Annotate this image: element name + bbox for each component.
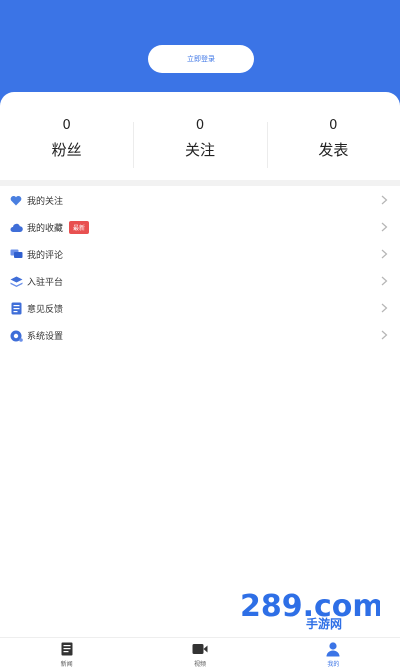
tab-video[interactable]: 视频 bbox=[133, 638, 266, 671]
layers-icon bbox=[9, 275, 23, 289]
stat-fans[interactable]: 0 粉丝 bbox=[0, 118, 133, 176]
menu-item-following[interactable]: 我的关注 bbox=[0, 187, 400, 214]
chevron-right-icon bbox=[381, 276, 388, 286]
menu-item-label: 系统设置 bbox=[27, 332, 64, 342]
tab-label: 我的 bbox=[327, 661, 340, 668]
tab-profile[interactable]: 我的 bbox=[267, 638, 400, 671]
menu-item-label: 我的关注 bbox=[27, 197, 64, 207]
stat-value: 0 bbox=[62, 118, 71, 133]
login-button[interactable]: 立即登录 bbox=[148, 45, 254, 73]
menu-item-label: 入驻平台 bbox=[27, 278, 64, 288]
menu-item-join-platform[interactable]: 入驻平台 bbox=[0, 268, 400, 295]
bottom-tab-bar: 新闻 视频 我的 bbox=[0, 637, 400, 671]
chevron-right-icon bbox=[381, 195, 388, 205]
chevron-right-icon bbox=[381, 249, 388, 259]
cloud-icon bbox=[9, 221, 23, 235]
menu-item-label: 意见反馈 bbox=[27, 305, 64, 315]
stats-row: 0 粉丝 0 关注 0 发表 bbox=[0, 118, 400, 176]
user-icon bbox=[325, 641, 341, 657]
stat-following[interactable]: 0 关注 bbox=[133, 118, 266, 176]
settings-icon bbox=[9, 329, 23, 343]
stat-label: 关注 bbox=[184, 141, 215, 159]
menu-item-settings[interactable]: 系统设置 bbox=[0, 322, 400, 349]
feedback-icon bbox=[9, 302, 23, 316]
watermark-logo: 289.com 手游网 bbox=[240, 590, 380, 630]
tab-news[interactable]: 新闻 bbox=[0, 638, 133, 671]
menu-item-favorites[interactable]: 我的收藏 最新 bbox=[0, 214, 400, 241]
chevron-right-icon bbox=[381, 222, 388, 232]
stat-label: 粉丝 bbox=[51, 141, 82, 159]
heart-icon bbox=[9, 194, 23, 208]
stat-posts[interactable]: 0 发表 bbox=[266, 118, 400, 176]
menu-item-comments[interactable]: 我的评论 bbox=[0, 241, 400, 268]
section-divider bbox=[0, 180, 400, 186]
new-badge: 最新 bbox=[69, 221, 90, 234]
menu-item-label: 我的收藏 bbox=[27, 224, 64, 234]
profile-card: 0 粉丝 0 关注 0 发表 我的关注 我的收藏 最新 我的评论 入驻平台 意见… bbox=[0, 92, 400, 671]
menu-item-feedback[interactable]: 意见反馈 bbox=[0, 295, 400, 322]
menu-item-label: 我的评论 bbox=[27, 251, 64, 261]
document-icon bbox=[59, 641, 75, 657]
stat-label: 发表 bbox=[318, 141, 349, 159]
tab-label: 新闻 bbox=[60, 661, 73, 668]
stat-value: 0 bbox=[329, 118, 338, 133]
stat-value: 0 bbox=[195, 118, 205, 133]
menu-list: 我的关注 我的收藏 最新 我的评论 入驻平台 意见反馈 系统设置 bbox=[0, 187, 400, 349]
video-icon bbox=[192, 641, 208, 657]
chevron-right-icon bbox=[381, 303, 388, 313]
comment-icon bbox=[9, 248, 23, 262]
chevron-right-icon bbox=[381, 330, 388, 340]
tab-label: 视频 bbox=[193, 661, 206, 668]
watermark-subtext: 手游网 bbox=[306, 616, 342, 630]
